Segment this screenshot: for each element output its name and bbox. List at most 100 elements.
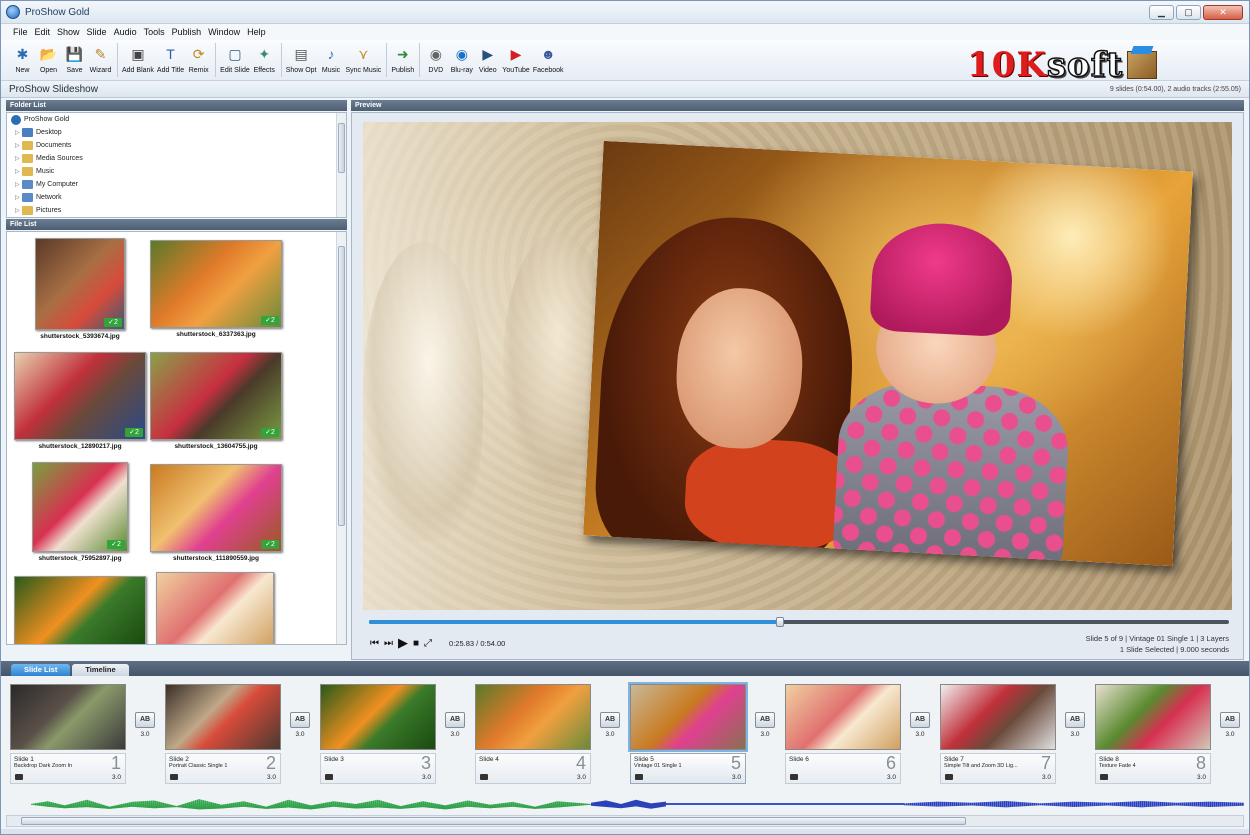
file-item[interactable] <box>9 576 151 644</box>
slide-card-1[interactable]: Slide 1 Backdrop Dark Zoom In 1 3.0 <box>8 684 128 795</box>
transition-3[interactable]: AB 3.0 <box>442 712 468 746</box>
transition-icon[interactable]: AB <box>445 712 465 728</box>
fullscreen-icon[interactable]: ⤢ <box>424 638 432 649</box>
new-button[interactable]: ✱ New <box>11 43 34 74</box>
transition-4[interactable]: AB 3.0 <box>597 712 623 746</box>
menu-edit[interactable]: Edit <box>35 27 51 37</box>
add-blank-button[interactable]: ▣ Add Blank <box>122 43 154 74</box>
transition-duration[interactable]: 3.0 <box>915 731 924 738</box>
transition-5[interactable]: AB 3.0 <box>752 712 778 746</box>
effects-button[interactable]: ✦ Effects <box>253 43 276 74</box>
menu-show[interactable]: Show <box>57 27 80 37</box>
file-scrollbar[interactable] <box>336 232 346 644</box>
transition-duration[interactable]: 3.0 <box>760 731 769 738</box>
maximize-button[interactable]: ▢ <box>1176 5 1201 20</box>
music-button[interactable]: ♪ Music <box>320 43 343 74</box>
file-item[interactable] <box>151 572 279 644</box>
transition-icon[interactable]: AB <box>135 712 155 728</box>
slide-duration[interactable]: 3.0 <box>112 774 121 781</box>
slide-card-4[interactable]: Slide 4 4 3.0 <box>473 684 593 795</box>
scrubber-handle[interactable] <box>776 617 785 627</box>
folder-item-music[interactable]: ▷ Music <box>7 165 346 178</box>
skip-forward-icon[interactable]: ⏭ <box>384 638 393 649</box>
transition-duration[interactable]: 3.0 <box>140 731 149 738</box>
slide-duration[interactable]: 3.0 <box>422 774 431 781</box>
transition-8[interactable]: AB 3.0 <box>1217 712 1243 746</box>
sync-music-button[interactable]: ⋎ Sync Music <box>346 43 382 74</box>
folder-scrollbar[interactable] <box>336 113 346 217</box>
expand-arrow-icon[interactable]: ▷ <box>15 194 22 201</box>
expand-arrow-icon[interactable]: ▷ <box>15 129 22 136</box>
folder-item-my-computer[interactable]: ▷ My Computer <box>7 178 346 191</box>
menu-slide[interactable]: Slide <box>87 27 107 37</box>
file-item[interactable]: ✓2 shutterstock_111890559.jpg <box>145 464 287 562</box>
folder-item-pictures[interactable]: ▷ Pictures <box>7 204 346 217</box>
save-button[interactable]: 💾 Save <box>63 43 86 74</box>
menu-audio[interactable]: Audio <box>114 27 137 37</box>
folder-item-network[interactable]: ▷ Network <box>7 191 346 204</box>
slide-card-6[interactable]: Slide 6 6 3.0 <box>783 684 903 795</box>
publish-button[interactable]: ➜ Publish <box>391 43 414 74</box>
close-button[interactable]: ✕ <box>1203 5 1243 20</box>
show-opt-button[interactable]: ▤ Show Opt <box>286 43 317 74</box>
transition-1[interactable]: AB 3.0 <box>132 712 158 746</box>
slide-duration[interactable]: 3.0 <box>577 774 586 781</box>
youtube-button[interactable]: ▶ YouTube <box>502 43 530 74</box>
slide-list-scrollbar[interactable] <box>6 815 1244 827</box>
transition-icon[interactable]: AB <box>290 712 310 728</box>
minimize-button[interactable]: ▁ <box>1149 5 1174 20</box>
play-icon[interactable]: ▶ <box>398 635 408 651</box>
expand-arrow-icon[interactable]: ▷ <box>15 181 22 188</box>
remix-button[interactable]: ⟳ Remix <box>187 43 210 74</box>
folder-item-media-sources[interactable]: ▷ Media Sources <box>7 152 346 165</box>
expand-arrow-icon[interactable]: ▷ <box>15 142 22 149</box>
audio-waveform[interactable] <box>1 794 1249 814</box>
tab-timeline[interactable]: Timeline <box>72 664 129 676</box>
slide-duration[interactable]: 3.0 <box>1042 774 1051 781</box>
transition-2[interactable]: AB 3.0 <box>287 712 313 746</box>
transition-duration[interactable]: 3.0 <box>295 731 304 738</box>
slide-card-3[interactable]: Slide 3 3 3.0 <box>318 684 438 795</box>
transition-icon[interactable]: AB <box>1220 712 1240 728</box>
skip-back-icon[interactable]: ⏮ <box>370 638 379 649</box>
menu-help[interactable]: Help <box>247 27 266 37</box>
video-button[interactable]: ▶ Video <box>476 43 499 74</box>
expand-arrow-icon[interactable]: ▷ <box>15 207 22 214</box>
slide-duration[interactable]: 3.0 <box>887 774 896 781</box>
transition-icon[interactable]: AB <box>910 712 930 728</box>
folder-item-desktop[interactable]: ▷ Desktop <box>7 126 346 139</box>
transition-icon[interactable]: AB <box>600 712 620 728</box>
slide-card-7[interactable]: Slide 7 Simple Tilt and Zoom 3D Lig... 7 3.… <box>938 684 1058 795</box>
wizard-button[interactable]: ✎ Wizard <box>89 43 112 74</box>
transition-icon[interactable]: AB <box>1065 712 1085 728</box>
slide-card-8[interactable]: Slide 8 Texture Fade 4 8 3.0 <box>1093 684 1213 795</box>
menu-publish[interactable]: Publish <box>172 27 202 37</box>
menu-window[interactable]: Window <box>208 27 240 37</box>
dvd-button[interactable]: ◉ DVD <box>424 43 447 74</box>
playback-scrubber[interactable] <box>369 617 1229 627</box>
file-item[interactable]: ✓2 shutterstock_5393674.jpg <box>30 238 130 340</box>
transition-duration[interactable]: 3.0 <box>605 731 614 738</box>
expand-arrow-icon[interactable]: ▷ <box>15 155 22 162</box>
slide-duration[interactable]: 3.0 <box>732 774 741 781</box>
slide-duration[interactable]: 3.0 <box>1197 774 1206 781</box>
slide-card-5[interactable]: Slide 5 Vintage 01 Single 1 5 3.0 <box>628 682 748 795</box>
transition-duration[interactable]: 3.0 <box>1070 731 1079 738</box>
folder-item-proshow-gold[interactable]: ProShow Gold <box>7 113 346 126</box>
file-item[interactable]: ✓2 shutterstock_6337363.jpg <box>145 240 287 338</box>
menu-tools[interactable]: Tools <box>144 27 165 37</box>
transition-duration[interactable]: 3.0 <box>450 731 459 738</box>
transition-6[interactable]: AB 3.0 <box>907 712 933 746</box>
open-button[interactable]: 📂 Open <box>37 43 60 74</box>
stop-icon[interactable]: ■ <box>413 638 419 649</box>
file-item[interactable]: ✓2 shutterstock_12890217.jpg <box>9 352 151 450</box>
file-item[interactable]: ✓2 shutterstock_75952897.jpg <box>27 462 133 562</box>
slide-duration[interactable]: 3.0 <box>267 774 276 781</box>
transition-duration[interactable]: 3.0 <box>1225 731 1234 738</box>
transition-7[interactable]: AB 3.0 <box>1062 712 1088 746</box>
slide-list-scroll-thumb[interactable] <box>21 817 966 825</box>
file-item[interactable]: ✓2 shutterstock_13604755.jpg <box>145 352 287 450</box>
transition-icon[interactable]: AB <box>755 712 775 728</box>
folder-item-documents[interactable]: ▷ Documents <box>7 139 346 152</box>
tab-slide-list[interactable]: Slide List <box>11 664 71 676</box>
